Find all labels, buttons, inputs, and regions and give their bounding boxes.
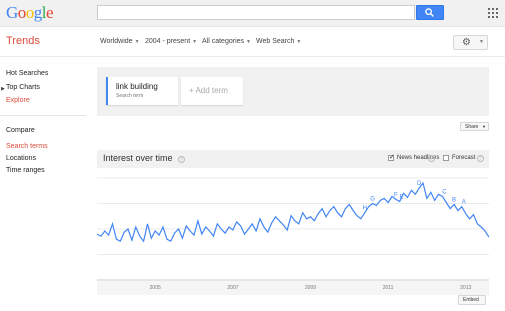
page-title[interactable]: Trends	[6, 35, 40, 47]
apps-grid-icon[interactable]	[488, 8, 498, 18]
embed-button[interactable]: Embed	[458, 295, 486, 305]
chevron-down-icon: ▼	[246, 39, 251, 45]
news-annotation-label: E	[400, 194, 404, 200]
add-term-label: + Add term	[189, 86, 228, 95]
chart-title: Interest over time	[103, 153, 173, 163]
news-annotation-label: H	[363, 206, 367, 212]
gear-icon: ⚙	[462, 37, 471, 48]
nav-top-charts[interactable]: Top Charts	[6, 84, 40, 91]
x-tick-label: 2005	[150, 285, 161, 291]
chevron-down-icon: ▼	[479, 39, 484, 45]
logo-letter: o	[25, 3, 35, 22]
x-tick-label: 2013	[460, 285, 471, 291]
filter-label: Web Search	[256, 38, 295, 45]
series-line	[97, 181, 489, 243]
chevron-down-icon: ▼	[296, 39, 302, 45]
search-term-type: Search term	[116, 93, 144, 99]
triangle-right-icon: ▶	[1, 86, 5, 92]
filter-label: All categories	[202, 38, 245, 45]
nav-explore[interactable]: Explore	[6, 97, 30, 104]
nav-locations[interactable]: Locations	[6, 155, 36, 162]
checkmark-icon: ✓	[389, 154, 395, 161]
search-terms-panel: link building Search term + Add term	[97, 67, 489, 116]
trends-subheader: Trends Worldwide ▼ 2004 - present ▼ All ca…	[0, 27, 505, 57]
x-tick-label: 2011	[383, 285, 394, 291]
logo-letter: o	[17, 3, 27, 22]
news-annotation-label: B	[452, 198, 456, 204]
x-tick-label: 2009	[305, 285, 316, 291]
logo-letter: e	[46, 3, 54, 22]
help-icon[interactable]: ?	[428, 155, 435, 162]
search-term-name: link building	[116, 82, 158, 91]
news-annotation-label: F	[394, 192, 398, 198]
settings-button[interactable]: ⚙ ▼	[453, 35, 488, 50]
news-annotation-label: A	[462, 200, 466, 206]
nav-hot-searches[interactable]: Hot Searches	[6, 70, 48, 77]
nav-search-terms[interactable]: Search terms	[6, 143, 48, 150]
nav-time-ranges[interactable]: Time ranges	[6, 167, 45, 174]
logo-letter: g	[33, 3, 43, 22]
interest-over-time-chart[interactable]: 2005 2007 2009 2011 2013 HG F E D CB A	[97, 170, 489, 295]
nav-divider	[0, 115, 86, 116]
forecast-label: Forecast	[452, 155, 476, 161]
search-input[interactable]	[97, 5, 415, 20]
search-icon	[425, 8, 434, 17]
chart-header: Interest over time ? ✓ News headlines ? …	[97, 150, 489, 168]
news-headlines-checkbox[interactable]: ✓	[388, 154, 395, 161]
filter-search-type[interactable]: Web Search ▼	[256, 38, 301, 45]
filter-category[interactable]: All categories ▼	[202, 38, 251, 45]
news-annotation-label: G	[370, 197, 375, 203]
google-logo[interactable]: Google	[6, 3, 54, 23]
x-tick-label: 2007	[227, 285, 238, 291]
share-button[interactable]: Share ▼	[460, 122, 489, 131]
filter-location[interactable]: Worldwide ▼	[100, 38, 140, 45]
nav-section-compare: Compare	[6, 127, 35, 134]
filter-label: Worldwide	[100, 38, 133, 45]
news-annotation-label: D	[417, 181, 422, 187]
chevron-down-icon: ▼	[134, 39, 140, 45]
logo-letter: G	[6, 3, 18, 22]
share-label: Share	[465, 124, 479, 130]
help-icon[interactable]: ?	[477, 155, 484, 162]
forecast-checkbox[interactable]	[443, 155, 449, 161]
search-term-card[interactable]: link building Search term	[106, 77, 178, 105]
add-term-button[interactable]: + Add term	[181, 77, 243, 105]
help-icon[interactable]: ?	[178, 156, 185, 163]
top-bar: Google	[0, 0, 505, 27]
chevron-down-icon: ▼	[192, 39, 198, 45]
embed-label: Embed	[463, 297, 479, 303]
filter-label: 2004 - present	[145, 38, 191, 45]
search-button[interactable]	[416, 5, 444, 20]
news-annotation-label: C	[442, 189, 447, 195]
filter-time-range[interactable]: 2004 - present ▼	[145, 38, 197, 45]
chevron-down-icon: ▼	[482, 124, 486, 129]
